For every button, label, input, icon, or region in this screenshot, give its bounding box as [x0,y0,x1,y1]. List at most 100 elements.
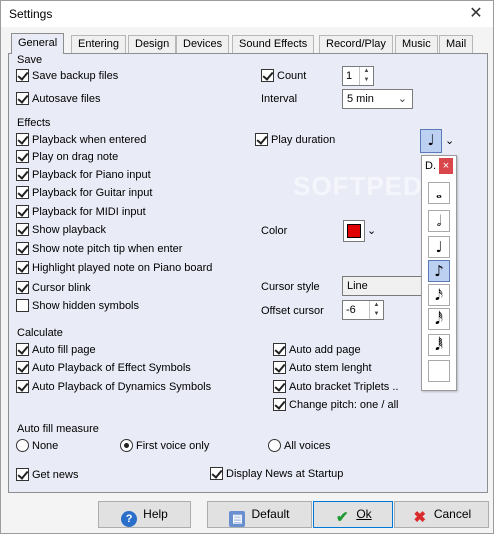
offset-cursor-label: Offset cursor [261,305,324,317]
note-extra[interactable] [428,360,450,382]
calculate-checkbox[interactable]: Auto stem lenght [273,361,372,377]
tab-record-play[interactable]: Record/Play [319,35,393,53]
close-icon[interactable]: × [439,158,453,174]
chevron-up-icon[interactable]: ▲ [370,301,383,310]
ok-button[interactable]: ✔ Ok [313,501,393,528]
tab-entering[interactable]: Entering [71,35,126,53]
chevron-down-icon[interactable]: ⌄ [445,134,454,147]
tab-sound-effects[interactable]: Sound Effects [232,35,315,53]
window-title: Settings [9,7,53,21]
settings-window: Settings ✕ General Entering Design Devic… [0,0,494,534]
note-thirty-second[interactable]: 𝅘𝅥𝅰 [428,308,450,330]
effects-heading: Effects [17,117,51,129]
color-swatch [347,224,361,238]
checkbox-checked-icon [16,150,29,163]
save-heading: Save [17,54,43,66]
cursor-style-select[interactable]: Line [342,276,422,296]
title-bar: Settings ✕ [1,1,493,27]
default-label: Default [251,507,290,521]
auto-fill-radio-all-voices[interactable]: All voices [268,439,330,455]
effect-checkbox[interactable]: Playback for Guitar input [16,186,152,202]
effect-checkbox[interactable]: Show playback [16,223,106,239]
effect-checkbox[interactable]: Playback for Piano input [16,168,151,184]
save-backup-checkbox[interactable]: Save backup files [16,69,118,85]
tab-devices[interactable]: Devices [176,35,230,53]
tab-strip: General Entering Design Devices Sound Ef… [9,33,487,54]
checkbox-checked-icon [273,361,286,374]
note-duration-button[interactable]: ♩ [420,129,442,153]
checkbox-checked-icon [16,380,29,393]
effect-checkbox[interactable]: Playback when entered [16,133,146,149]
auto-fill-radio-none[interactable]: None [16,439,58,455]
effect-checkbox[interactable]: Play on drag note [16,150,118,166]
checkbox-checked-icon [16,69,29,82]
effect-checkbox[interactable]: Show note pitch tip when enter [16,242,182,258]
note-half[interactable]: 𝅗𝅥 [428,210,450,232]
calculate-label: Auto fill page [32,344,96,356]
offset-cursor-stepper[interactable]: -6 ▲ ▼ [342,300,384,320]
calculate-label: Auto add page [289,344,361,356]
interval-select[interactable]: 5 min ⌄ [342,89,413,109]
effect-checkbox[interactable]: Show hidden symbols [16,299,139,315]
calculate-heading: Calculate [17,327,63,339]
calculate-checkbox[interactable]: Auto Playback of Dynamics Symbols [16,380,211,396]
checkbox-checked-icon [261,69,274,82]
calculate-checkbox[interactable]: Auto bracket Triplets .. [273,380,398,396]
chevron-down-icon[interactable]: ⌄ [367,224,376,237]
note-eighth[interactable]: ♪ [428,260,450,282]
calculate-label: Auto Playback of Effect Symbols [32,362,191,374]
calculate-checkbox[interactable]: Change pitch: one / all [273,398,398,414]
chevron-down-icon[interactable]: ▼ [360,76,373,85]
calculate-checkbox[interactable]: Auto add page [273,343,361,359]
count-checkbox[interactable]: Count [261,69,306,85]
chevron-up-icon[interactable]: ▲ [360,67,373,76]
autosave-checkbox[interactable]: Autosave files [16,92,100,108]
note-quarter[interactable]: ♩ [428,236,450,258]
tab-design[interactable]: Design [128,35,177,53]
checkbox-checked-icon [16,361,29,374]
radio-label: All voices [284,440,331,452]
effect-checkbox[interactable]: Cursor blink [16,281,91,297]
effect-label: Playback for MIDI input [32,206,146,218]
auto-fill-radio-first-voice[interactable]: First voice only [120,439,209,455]
get-news-checkbox[interactable]: Get news [16,468,78,484]
default-button[interactable]: ▤ Default [207,501,312,528]
count-stepper[interactable]: 1 ▲ ▼ [342,66,374,86]
effect-label: Playback for Guitar input [32,187,153,199]
cursor-style-value: Line [347,280,368,292]
note-sixty-fourth[interactable]: 𝅘𝅥𝅱 [428,334,450,356]
help-icon: ? [121,511,138,527]
play-duration-checkbox[interactable]: Play duration [255,133,335,149]
checkbox-checked-icon [16,92,29,105]
close-icon[interactable]: ✕ [465,3,487,25]
chevron-down-icon[interactable]: ▼ [370,310,383,319]
autosave-label: Autosave files [32,93,101,105]
tab-general[interactable]: General [11,33,65,54]
effect-label: Show hidden symbols [32,300,140,312]
checkbox-checked-icon [16,186,29,199]
calculate-checkbox[interactable]: Auto Playback of Effect Symbols [16,361,191,377]
calculate-checkbox[interactable]: Auto fill page [16,343,96,359]
effect-label: Highlight played note on Piano board [32,262,213,274]
effect-checkbox[interactable]: Highlight played note on Piano board [16,261,212,277]
note-whole[interactable]: 𝅝 [428,182,450,204]
note-sixteenth[interactable]: 𝅘𝅥𝅯 [428,284,450,306]
checkbox-checked-icon [255,133,268,146]
color-button[interactable] [343,220,365,242]
effect-label: Playback when entered [32,134,147,146]
tab-music[interactable]: Music [395,35,438,53]
checkbox-checked-icon [16,281,29,294]
help-label: Help [143,507,168,521]
cancel-x-icon: ✖ [413,509,427,526]
display-news-checkbox[interactable]: Display News at Startup [210,467,343,483]
get-news-label: Get news [32,469,79,481]
effect-label: Cursor blink [32,282,91,294]
stepper-arrows[interactable]: ▲ ▼ [359,67,373,85]
stepper-arrows[interactable]: ▲ ▼ [369,301,383,319]
auto-fill-heading: Auto fill measure [17,423,99,435]
calculate-label: Change pitch: one / all [289,399,399,411]
cancel-button[interactable]: ✖ Cancel [394,501,489,528]
tab-mail[interactable]: Mail [439,35,474,53]
help-button[interactable]: ? Help [98,501,191,528]
effect-checkbox[interactable]: Playback for MIDI input [16,205,146,221]
